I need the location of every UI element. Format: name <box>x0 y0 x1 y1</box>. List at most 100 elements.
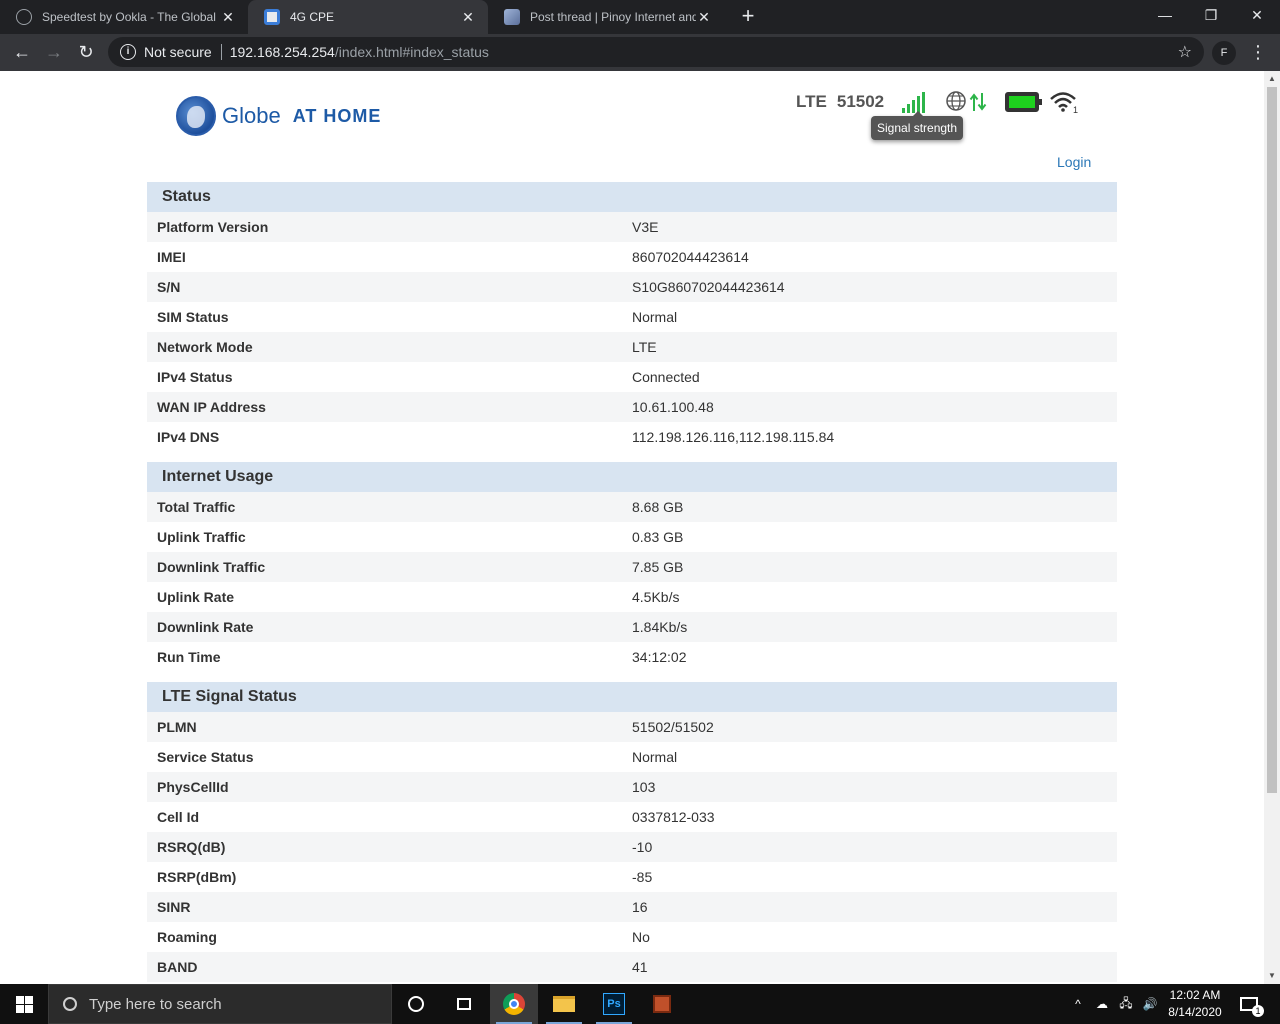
scroll-up-icon[interactable]: ▲ <box>1264 71 1280 87</box>
row-label: Platform Version <box>157 219 269 235</box>
globe-at-home-logo: Globe AT HOME <box>176 96 381 136</box>
cortana-icon[interactable] <box>392 984 440 1024</box>
row-value: Normal <box>632 749 678 765</box>
row-value: 7.85 GB <box>632 559 684 575</box>
table-row: PhysCellId 103 <box>147 772 1117 802</box>
row-value: Connected <box>632 369 700 385</box>
notifications-icon[interactable]: 1 <box>1234 984 1264 1024</box>
forum-favicon-icon <box>504 9 520 25</box>
search-icon <box>63 997 77 1011</box>
row-value: 10.61.100.48 <box>632 399 714 415</box>
row-label: Total Traffic <box>157 499 236 515</box>
tab-title: Post thread | Pinoy Internet and T <box>530 10 696 24</box>
login-link[interactable]: Login <box>1057 154 1091 170</box>
back-arrow-icon[interactable]: ← <box>8 38 36 66</box>
close-tab-icon[interactable]: ✕ <box>460 9 476 26</box>
row-value: V3E <box>632 219 659 235</box>
row-value: 1.84Kb/s <box>632 619 688 635</box>
close-window-button[interactable]: ✕ <box>1234 0 1280 32</box>
signal-strength-icon[interactable] <box>902 91 927 113</box>
section-header-status: Status <box>147 182 1117 212</box>
close-tab-icon[interactable]: ✕ <box>220 9 236 26</box>
row-value: 4.5Kb/s <box>632 589 680 605</box>
url-path[interactable]: /index.html#index_status <box>335 44 489 60</box>
photoshop-icon[interactable]: Ps <box>590 984 638 1024</box>
profile-avatar[interactable]: F <box>1212 41 1236 65</box>
table-row: RSRP(dBm) -85 <box>147 862 1117 892</box>
table-row: SIM Status Normal <box>147 302 1117 332</box>
row-label: WAN IP Address <box>157 399 266 415</box>
page-scrollbar[interactable]: ▲ ▼ <box>1264 71 1280 984</box>
app-icon[interactable] <box>638 984 686 1024</box>
taskbar-clock[interactable]: 12:02 AM 8/14/2020 <box>1160 987 1230 1021</box>
new-tab-button[interactable]: + <box>736 4 760 30</box>
row-value: 41 <box>632 959 648 975</box>
row-label: BAND <box>157 959 198 975</box>
row-label: Downlink Traffic <box>157 559 266 575</box>
row-label: Uplink Rate <box>157 589 235 605</box>
table-row: Platform Version V3E <box>147 212 1117 242</box>
tab-title: 4G CPE <box>290 10 335 24</box>
globe-logo-icon <box>176 96 216 136</box>
minimize-button[interactable]: — <box>1142 0 1188 32</box>
network-type: LTE <box>796 92 827 111</box>
table-row: Downlink Traffic 7.85 GB <box>147 552 1117 582</box>
info-icon[interactable]: i <box>120 44 136 60</box>
show-hidden-icons-icon[interactable]: ^ <box>1070 984 1086 1024</box>
restore-button[interactable]: ❐ <box>1188 0 1234 32</box>
windows-start-icon[interactable] <box>0 984 48 1024</box>
tab-4g-cpe[interactable]: 4G CPE ✕ <box>248 0 488 34</box>
row-value: 112.198.126.116,112.198.115.84 <box>632 429 835 445</box>
bookmark-star-icon[interactable]: ☆ <box>1178 42 1192 62</box>
tab-pinoy-internet[interactable]: Post thread | Pinoy Internet and T ✕ <box>488 0 724 34</box>
row-value: 51502/51502 <box>632 719 714 735</box>
table-row: Total Traffic 8.68 GB <box>147 492 1117 522</box>
address-bar[interactable]: i Not secure 192.168.254.254 /index.html… <box>108 37 1204 67</box>
close-tab-icon[interactable]: ✕ <box>696 9 712 26</box>
table-row: S/N S10G860702044423614 <box>147 272 1117 302</box>
file-explorer-icon[interactable] <box>540 984 588 1024</box>
table-row: Service Status Normal <box>147 742 1117 772</box>
reload-icon[interactable]: ↻ <box>72 38 100 66</box>
security-label[interactable]: Not secure <box>144 44 212 60</box>
row-value: S10G860702044423614 <box>632 279 785 295</box>
data-transfer-arrows-icon <box>969 93 987 111</box>
table-row: Network Mode LTE <box>147 332 1117 362</box>
url-host[interactable]: 192.168.254.254 <box>230 44 335 60</box>
tab-speedtest[interactable]: Speedtest by Ookla - The Global ✕ <box>0 0 248 34</box>
browser-menu-icon[interactable]: ⋮ <box>1248 40 1268 64</box>
onedrive-cloud-icon[interactable]: ☁ <box>1092 984 1112 1024</box>
row-value: No <box>632 929 650 945</box>
volume-icon[interactable]: 🔊 <box>1140 984 1160 1024</box>
taskbar-search-input[interactable]: Type here to search <box>48 984 392 1024</box>
row-label: Cell Id <box>157 809 200 825</box>
cpe-favicon-icon <box>264 9 280 25</box>
table-row: WAN IP Address 10.61.100.48 <box>147 392 1117 422</box>
row-label: SIM Status <box>157 309 229 325</box>
row-value: 0.83 GB <box>632 529 684 545</box>
table-row: IMEI 860702044423614 <box>147 242 1117 272</box>
task-view-icon[interactable] <box>440 984 488 1024</box>
status-content: Status Platform Version V3E IMEI 860702044… <box>147 182 1117 982</box>
forward-arrow-icon[interactable]: → <box>40 38 68 66</box>
network-icon[interactable]: 🖧 <box>1116 984 1136 1024</box>
chrome-taskbar-icon[interactable] <box>490 984 538 1024</box>
row-label: Roaming <box>157 929 217 945</box>
row-label: Downlink Rate <box>157 619 254 635</box>
row-label: RSRQ(dB) <box>157 839 226 855</box>
table-row: BAND 41 <box>147 952 1117 982</box>
status-table: Platform Version V3E IMEI 860702044423614 … <box>147 212 1117 452</box>
table-row: Uplink Traffic 0.83 GB <box>147 522 1117 552</box>
search-placeholder: Type here to search <box>89 995 222 1013</box>
scrollbar-thumb[interactable] <box>1267 87 1277 793</box>
wifi-client-count: 1 <box>1073 105 1078 114</box>
table-row: IPv4 Status Connected <box>147 362 1117 392</box>
row-value: 103 <box>632 779 656 795</box>
clock-date: 8/14/2020 <box>1168 1005 1222 1019</box>
row-value: 0337812-033 <box>632 809 715 825</box>
row-label: SINR <box>157 899 191 915</box>
scroll-down-icon[interactable]: ▼ <box>1264 968 1280 984</box>
row-value: Normal <box>632 309 678 325</box>
